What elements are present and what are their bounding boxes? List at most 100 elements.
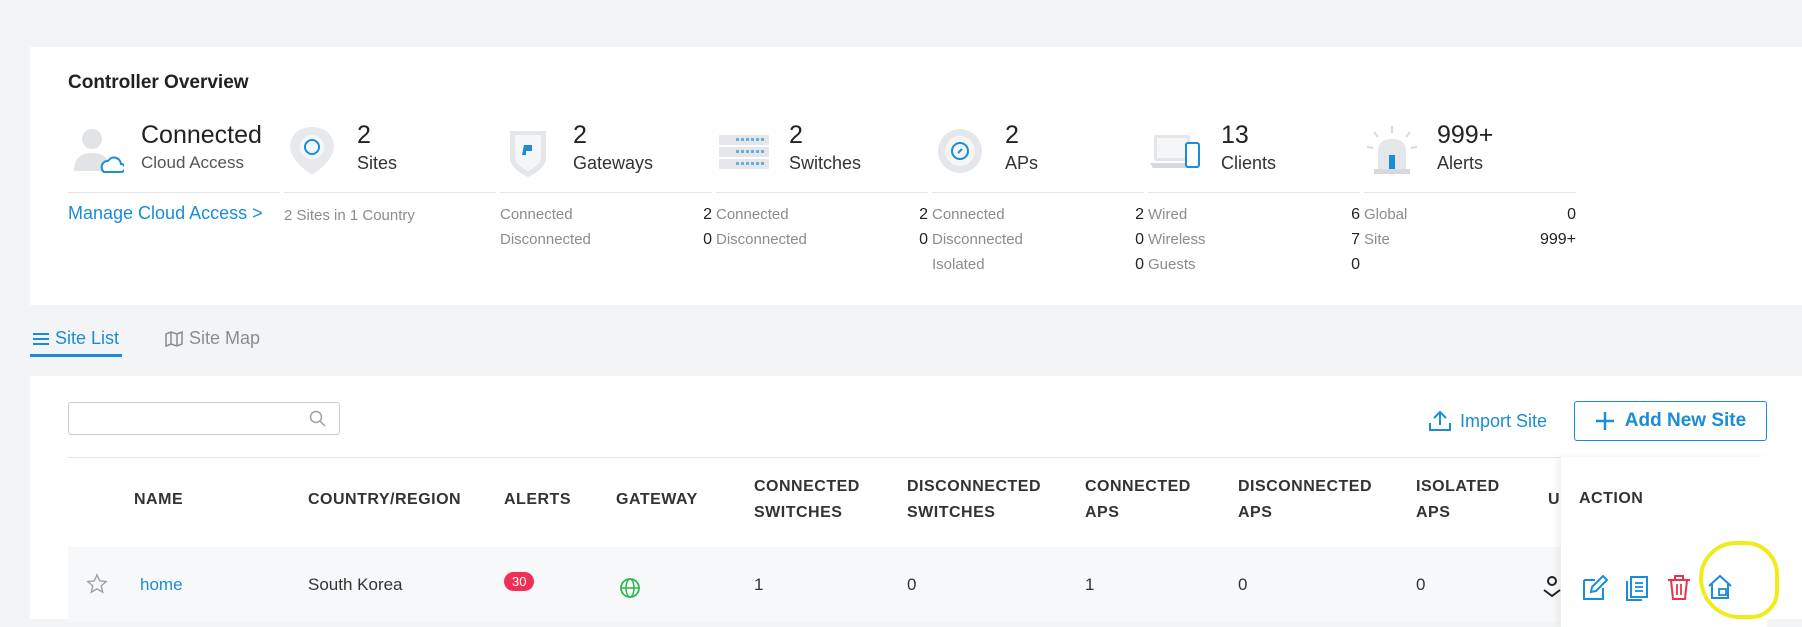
- cloud-label: Cloud Access: [141, 153, 244, 172]
- col-alerts[interactable]: ALERTS: [504, 487, 571, 513]
- stat-clients: 13 Clients Wired 6 Wireless 7 Guests 0: [1148, 121, 1360, 301]
- clients-label: Clients: [1221, 153, 1277, 173]
- active-tab-indicator: [30, 354, 122, 357]
- alerts-count: 999+: [1437, 121, 1494, 149]
- col-gateway[interactable]: GATEWAY: [616, 487, 698, 513]
- gateway-shield-icon: [510, 131, 546, 177]
- divider: [1364, 192, 1576, 193]
- stat-gateways: 2 Gateways Connected 2 Disconnected 0: [500, 121, 712, 301]
- divider: [284, 192, 496, 193]
- clients-wireless-row: Wireless 7: [1148, 231, 1360, 248]
- clients-devices-icon: [1150, 135, 1200, 168]
- col-action: ACTION: [1579, 490, 1644, 507]
- stat-cloud-access: Connected Cloud Access Manage Cloud Acce…: [68, 121, 280, 301]
- overview-title: Controller Overview: [68, 72, 249, 93]
- gateways-disconnected-row: Disconnected 0: [500, 231, 712, 248]
- partial-column-icon: [1543, 576, 1561, 598]
- col-isolated-aps[interactable]: ISOLATED APS: [1416, 474, 1500, 526]
- map-icon: [165, 330, 183, 347]
- alarm-light-icon: [1366, 126, 1418, 174]
- aps-breakdown: Connected 2 Disconnected 0 Isolated 0: [932, 205, 1144, 280]
- col-disconnected-switches[interactable]: DISCONNECTED SWITCHES: [907, 474, 1041, 526]
- divider: [932, 192, 1144, 193]
- user-cloud-icon: [74, 129, 124, 173]
- table-header: NAME COUNTRY/REGION ALERTS GATEWAY CONNE…: [68, 457, 1767, 548]
- import-site-label: Import Site: [1460, 410, 1548, 431]
- delete-icon[interactable]: [1665, 573, 1693, 601]
- disconnected-switches-value: 0: [907, 575, 917, 594]
- sites-summary: 2 Sites in 1 Country: [284, 207, 415, 224]
- switches-breakdown: Connected 2 Disconnected 0: [716, 205, 928, 255]
- connected-aps-value: 1: [1085, 575, 1095, 594]
- alerts-badge-cell: 30: [504, 571, 535, 591]
- switches-label: Switches: [789, 153, 862, 173]
- clients-guests-row: Guests 0: [1148, 256, 1360, 273]
- col-disconnected-aps[interactable]: DISCONNECTED APS: [1238, 474, 1372, 526]
- search-box: [68, 402, 340, 435]
- sites-count: 2: [357, 121, 371, 149]
- col-truncated: U: [1548, 491, 1561, 508]
- cloud-status: Connected: [141, 121, 262, 149]
- switch-icon: [719, 135, 769, 169]
- aps-isolated-row: Isolated 0: [932, 256, 1144, 273]
- aps-label: APs: [1005, 153, 1039, 173]
- gateways-connected-row: Connected 2: [500, 206, 712, 223]
- site-country: South Korea: [308, 575, 403, 594]
- col-connected-switches[interactable]: CONNECTED SWITCHES: [754, 474, 860, 526]
- col-country[interactable]: COUNTRY/REGION: [308, 487, 461, 513]
- import-site-button[interactable]: Import Site: [1428, 409, 1547, 433]
- connected-switches-value: 1: [754, 575, 764, 594]
- alerts-badge[interactable]: 30: [504, 572, 535, 591]
- col-connected-aps[interactable]: CONNECTED APS: [1085, 474, 1191, 526]
- divider: [1148, 192, 1360, 193]
- gateways-count: 2: [573, 121, 587, 149]
- switches-count: 2: [789, 121, 803, 149]
- alerts-breakdown: Global 0 Site 999+: [1364, 205, 1576, 255]
- divider: [716, 192, 928, 193]
- divider: [68, 192, 280, 193]
- aps-disconnected-row: Disconnected 0: [932, 231, 1144, 248]
- gateways-breakdown: Connected 2 Disconnected 0: [500, 205, 712, 255]
- manage-site-icon[interactable]: [1706, 573, 1734, 601]
- isolated-aps-value: 0: [1416, 575, 1426, 594]
- manage-cloud-access-link[interactable]: Manage Cloud Access >: [68, 203, 263, 224]
- plus-icon: [1595, 412, 1614, 430]
- tab-site-map-label: Site Map: [189, 328, 261, 348]
- aps-count: 2: [1005, 121, 1019, 149]
- search-icon[interactable]: [309, 410, 326, 427]
- gateways-label: Gateways: [573, 153, 654, 173]
- upload-icon: [1429, 410, 1451, 431]
- globe-icon[interactable]: [619, 577, 641, 599]
- alerts-site-row: Site 999+: [1364, 231, 1576, 248]
- clients-wired-row: Wired 6: [1148, 206, 1360, 223]
- stat-aps: 2 APs Connected 2 Disconnected 0 Isolated 0: [932, 121, 1144, 301]
- clients-breakdown: Wired 6 Wireless 7 Guests 0: [1148, 205, 1360, 280]
- search-input[interactable]: [77, 403, 306, 435]
- tab-site-list[interactable]: Site List: [33, 328, 119, 349]
- add-new-site-label: Add New Site: [1624, 410, 1747, 431]
- add-new-site-button[interactable]: Add New Site: [1574, 401, 1767, 441]
- sites-label: Sites: [357, 153, 398, 173]
- controller-overview-panel: Controller Overview Connected Cloud Acce…: [30, 47, 1802, 305]
- action-column: ACTION: [1561, 457, 1767, 627]
- alerts-global-row: Global 0: [1364, 206, 1576, 223]
- edit-icon[interactable]: [1581, 574, 1609, 602]
- stat-sites: 2 Sites 2 Sites in 1 Country: [284, 121, 496, 301]
- site-name-link[interactable]: home: [140, 575, 183, 595]
- col-name[interactable]: NAME: [134, 487, 183, 513]
- switches-connected-row: Connected 2: [716, 206, 928, 223]
- access-point-icon: [938, 129, 982, 173]
- switches-disconnected-row: Disconnected 0: [716, 231, 928, 248]
- alerts-label: Alerts: [1437, 153, 1484, 173]
- list-icon: [33, 332, 49, 345]
- site-list-panel: Import Site Add New Site NAME COUNTRY/RE…: [30, 376, 1802, 627]
- divider: [500, 192, 712, 193]
- stat-switches: 2 Switches Connected 2 Disconnected 0: [716, 121, 928, 301]
- copy-icon[interactable]: [1623, 574, 1651, 602]
- favorite-star-icon[interactable]: [86, 573, 108, 595]
- clients-count: 13: [1221, 121, 1249, 149]
- table-row[interactable]: home South Korea 30 1 0 1 0 0: [68, 547, 1767, 622]
- stat-alerts: 999+ Alerts Global 0 Site 999+: [1364, 121, 1576, 301]
- tab-site-map[interactable]: Site Map: [165, 328, 260, 349]
- aps-connected-row: Connected 2: [932, 206, 1144, 223]
